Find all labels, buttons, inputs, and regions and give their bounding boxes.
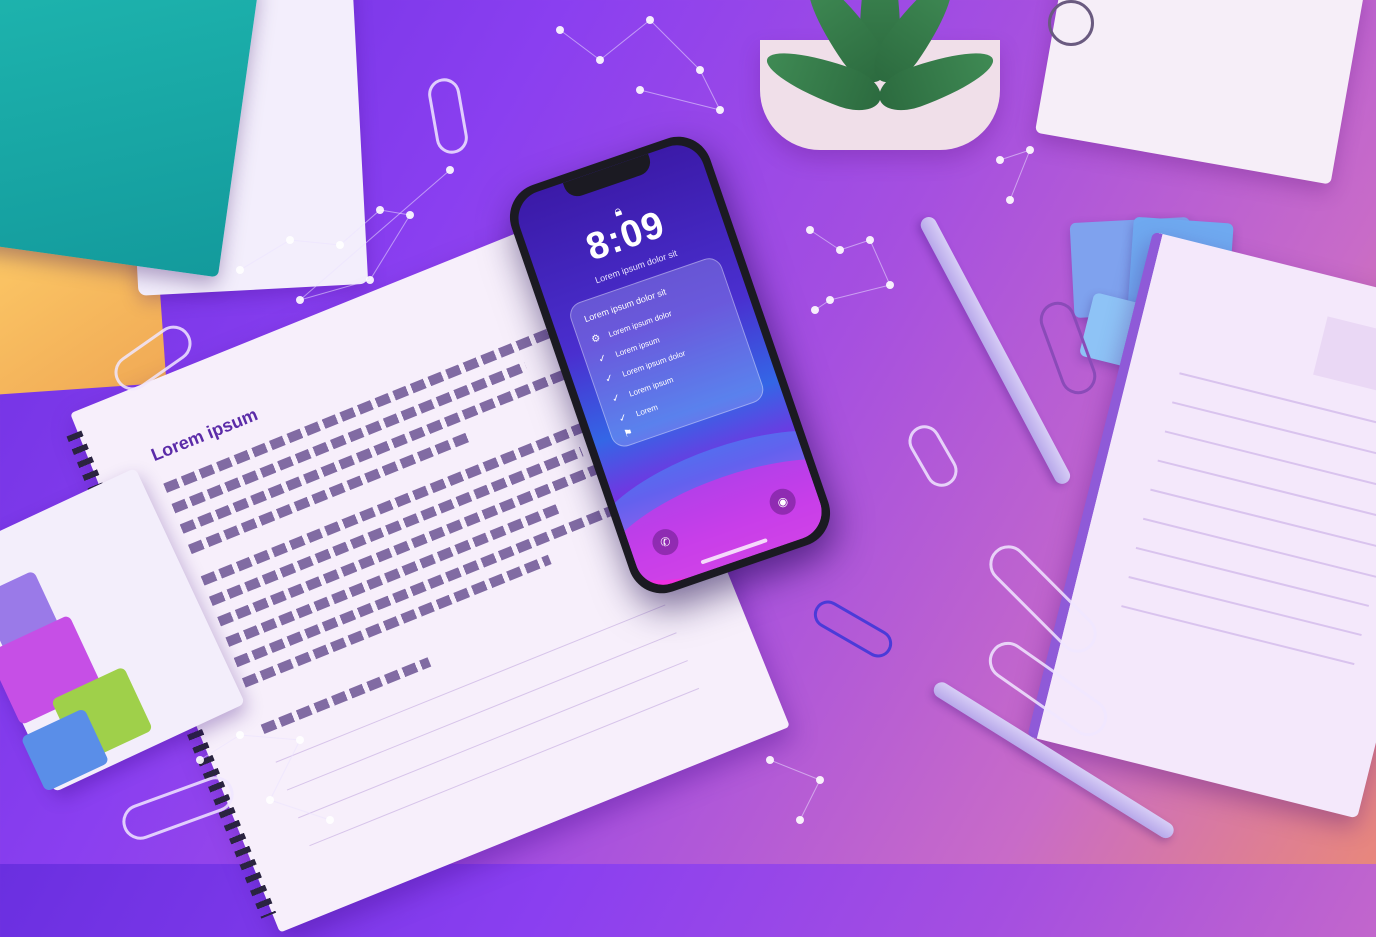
constellation-dot [766,756,774,764]
constellation-line [829,284,891,301]
constellation-dot [996,156,1004,164]
constellation-line [269,739,301,801]
constellation-dot [811,306,819,314]
constellation-line [379,209,411,216]
constellation-line [649,19,701,71]
constellation-dot [1006,196,1014,204]
constellation-dot [296,736,304,744]
constellation-line [809,229,841,251]
constellation-line [1009,149,1031,201]
constellation-dot [446,166,454,174]
constellation-dot [596,56,604,64]
constellation-dot [236,266,244,274]
constellation-dot [286,236,294,244]
constellation-line [769,759,821,781]
constellation-line [699,69,721,111]
constellation-dot [696,66,704,74]
constellation-dot [636,86,644,94]
constellation-dot [646,16,654,24]
bell-icon: ⚑ [622,427,635,441]
check-icon: ✓ [603,372,616,386]
constellation-dot [406,211,414,219]
widget-row-text: Lorem ipsum dolor [607,308,673,340]
widget-row-text: Lorem ipsum [627,375,675,399]
constellation-dot [826,296,834,304]
constellation-line [199,734,241,761]
constellation-dot [236,731,244,739]
constellation-dot [866,236,874,244]
constellation-line [299,169,451,301]
constellation-dot [266,796,274,804]
constellation-dot [796,816,804,824]
constellation-dot [716,106,724,114]
constellation-line [269,799,331,821]
gear-icon: ⚙ [590,332,603,346]
constellation-dot [1026,146,1034,154]
constellation-dot [816,776,824,784]
constellation-line [299,279,371,301]
constellation-line [559,29,601,61]
constellation-line [839,239,871,251]
constellation-dot [836,246,844,254]
constellation-dot [336,241,344,249]
constellation-dot [376,206,384,214]
constellation-line [869,239,891,286]
constellation-line [599,19,651,61]
constellation-dot [296,296,304,304]
widget-row-text: Lorem [634,402,660,419]
check-icon: ✓ [596,352,609,366]
constellation-dot [196,756,204,764]
widget-row[interactable]: ⚑ [623,424,644,440]
constellation-dot [806,226,814,234]
widget-row-text: Lorem ipsum [614,335,661,359]
widget-row[interactable]: ✓ Lorem [617,402,659,426]
constellation-dot [556,26,564,34]
constellation-line [999,149,1031,161]
constellation-dot [326,816,334,824]
constellation-line [289,239,341,246]
constellation-dot [366,276,374,284]
constellation-line [799,779,821,821]
constellation-line [639,89,721,111]
check-icon: ✓ [617,412,629,426]
constellation-dot [886,281,894,289]
constellation-line [369,214,411,281]
constellation-line [239,734,301,741]
constellation-line [339,209,381,246]
check-icon: ✓ [610,392,623,406]
constellation-line [239,239,291,271]
